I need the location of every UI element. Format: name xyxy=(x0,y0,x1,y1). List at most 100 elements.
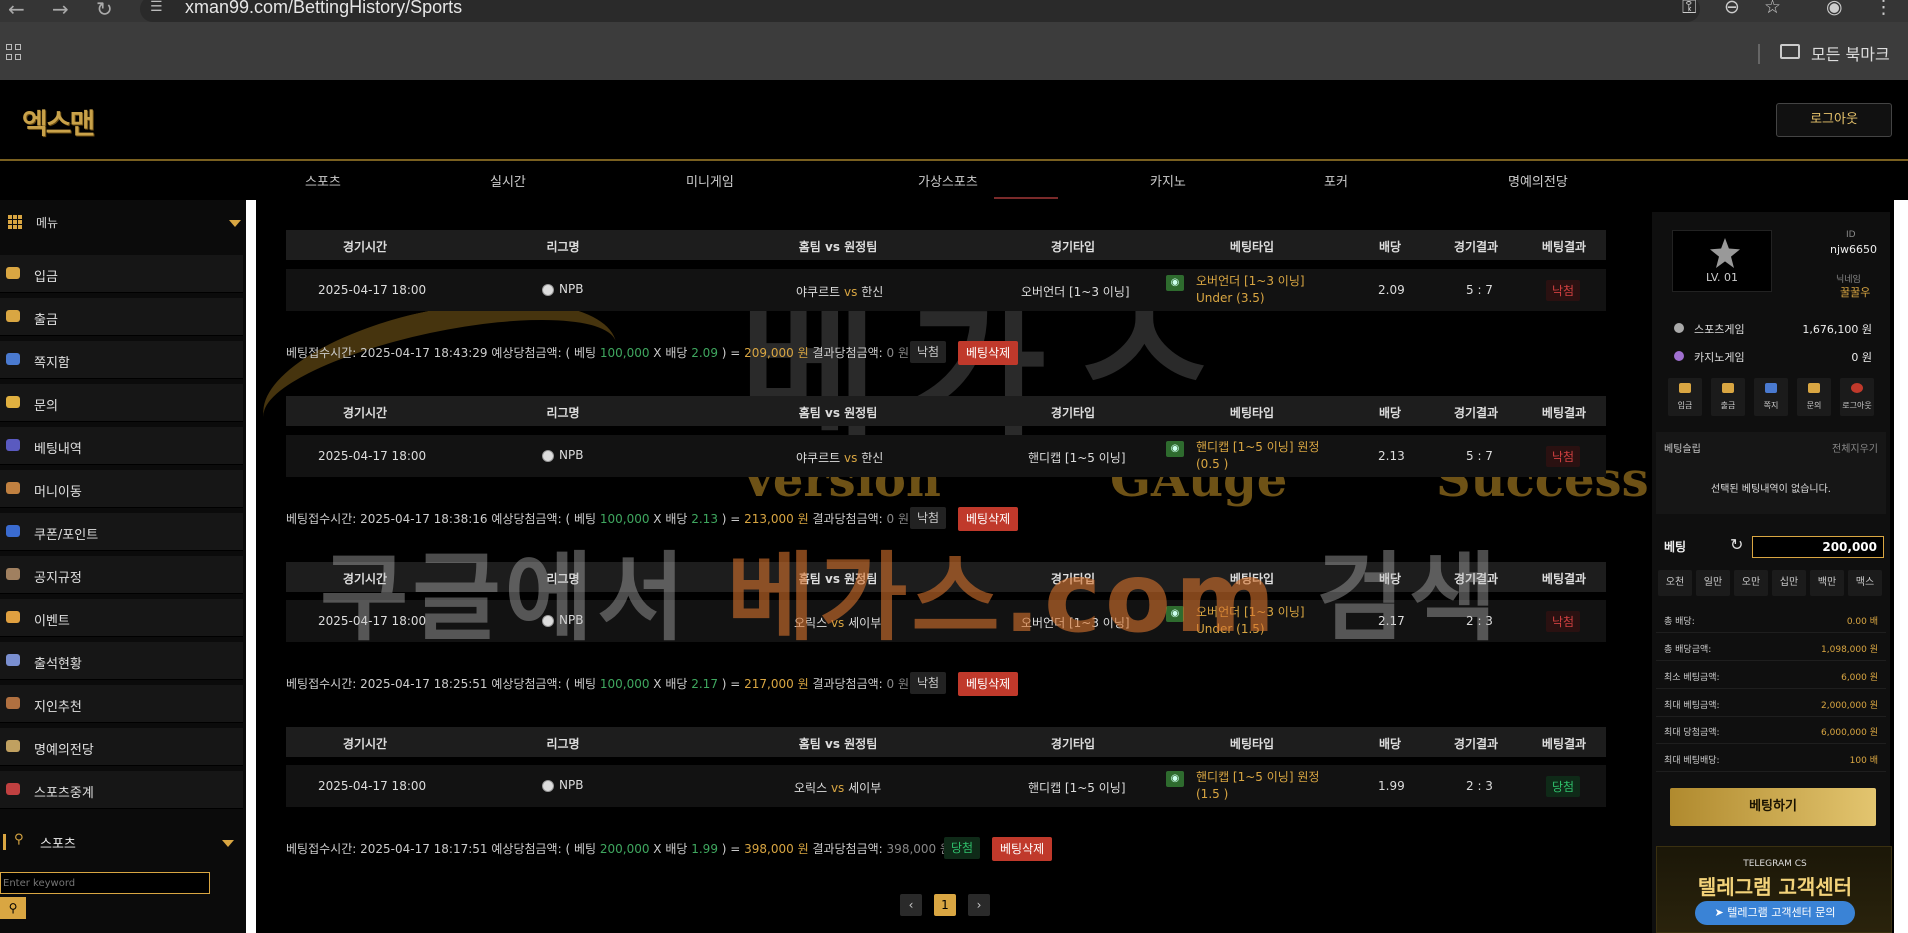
bet-row: 2025-04-17 18:00 NPB 오릭스 vs 세이부 핸디캡 [1~5… xyxy=(286,765,1606,807)
chevron-down-icon[interactable] xyxy=(222,840,234,847)
bet-summary: 베팅접수시간: 2025-04-17 18:25:51 예상당첨금액: ( 베팅… xyxy=(286,675,909,699)
col-header: 리그명 xyxy=(546,240,580,254)
nav-live[interactable]: 실시간 xyxy=(490,171,526,190)
chip-10000[interactable]: 일만 xyxy=(1696,570,1730,596)
sidebar-item-hall-of-fame[interactable]: 명예의전당 xyxy=(0,728,243,766)
quick-inquiry-button[interactable]: 문의 xyxy=(1797,378,1831,416)
refresh-icon[interactable]: ↻ xyxy=(1730,535,1743,554)
chip-5000[interactable]: 오천 xyxy=(1658,570,1692,596)
apps-grid-icon[interactable] xyxy=(6,44,22,60)
game-time: 2025-04-17 18:00 xyxy=(318,779,427,793)
nav-casino[interactable]: 카지노 xyxy=(1150,171,1186,190)
league: NPB xyxy=(542,282,583,296)
sidebar-item-withdraw[interactable]: 출금 xyxy=(0,298,243,336)
nav-poker[interactable]: 포커 xyxy=(1324,171,1348,190)
star-icon[interactable]: ☆ xyxy=(1764,0,1781,18)
quick-button-label: 입금 xyxy=(1677,401,1693,410)
summary-paid: 0 원 xyxy=(886,346,910,360)
summary-paid-label: 결과당첨금액: xyxy=(808,842,887,856)
col-header: 베팅타입 xyxy=(1229,240,1275,254)
quick-deposit-button[interactable]: 입금 xyxy=(1668,378,1702,416)
site-info-icon[interactable]: ☰ xyxy=(150,0,163,15)
next-page-button[interactable]: › xyxy=(968,894,990,916)
summary-mid: X 배당 xyxy=(649,842,692,856)
vs-label: vs xyxy=(830,781,845,795)
score: 5 : 7 xyxy=(1466,449,1493,463)
sidebar-item-attendance[interactable]: 출석현황 xyxy=(0,642,243,680)
sidebar-item-bet-history[interactable]: 베팅내역 xyxy=(0,427,243,465)
chip-max[interactable]: 맥스 xyxy=(1848,570,1882,596)
status-badge: 당첨 xyxy=(944,837,981,859)
chip-1000000[interactable]: 백만 xyxy=(1810,570,1844,596)
all-bookmarks-label[interactable]: 모든 북마크 xyxy=(1811,41,1890,65)
nav-minigame[interactable]: 미니게임 xyxy=(686,171,734,190)
chip-100000[interactable]: 십만 xyxy=(1772,570,1806,596)
back-icon[interactable]: ← xyxy=(8,0,25,21)
col-header: 경기시간 xyxy=(342,737,388,751)
reload-icon[interactable]: ↻ xyxy=(96,0,113,21)
prev-page-button[interactable]: ‹ xyxy=(900,894,922,916)
top-nav: 스포츠 실시간 미니게임 가상스포츠 카지노 포커 명예의전당 xyxy=(250,163,1650,199)
menu-header[interactable]: 메뉴 xyxy=(0,208,246,238)
sidebar-item-label: 베팅내역 xyxy=(34,442,82,457)
quick-message-button[interactable]: 쪽지 xyxy=(1754,378,1788,416)
page-button-current[interactable]: 1 xyxy=(934,894,956,916)
search-button[interactable]: ⚲ xyxy=(0,897,26,919)
chip-50000[interactable]: 오만 xyxy=(1734,570,1768,596)
delete-bet-button[interactable]: 베팅삭제 xyxy=(992,837,1053,861)
page-edge xyxy=(1894,200,1908,933)
clear-all-button[interactable]: 전체지우기 xyxy=(1832,440,1878,455)
game-type: 핸디캡 [1~5 이닝] xyxy=(1028,781,1126,795)
bet-table-header: 경기시간 리그명 홈팀 vs 원정팀 경기타입 베팅타입 배당 경기결과 베팅결… xyxy=(286,396,1606,426)
delete-bet-button[interactable]: 베팅삭제 xyxy=(958,672,1019,696)
nav-hall-of-fame[interactable]: 명예의전당 xyxy=(1508,171,1568,190)
chevron-down-icon[interactable] xyxy=(229,220,241,227)
summary-paid: 0 원 xyxy=(886,677,910,691)
telegram-banner[interactable]: TELEGRAM CS 텔레그램 고객센터 ➤ 텔레그램 고객센터 문의 xyxy=(1656,846,1892,933)
zoom-icon[interactable]: ⊖ xyxy=(1724,0,1740,18)
telegram-contact-button[interactable]: ➤ 텔레그램 고객센터 문의 xyxy=(1695,901,1855,925)
bet-summary: 베팅접수시간: 2025-04-17 18:43:29 예상당첨금액: ( 베팅… xyxy=(286,344,909,368)
sidebar-item-referral[interactable]: 지인추천 xyxy=(0,685,243,723)
site-logo[interactable]: 엑스맨 xyxy=(22,102,95,142)
sidebar-item-messages[interactable]: 쪽지함 xyxy=(0,341,243,379)
url-text[interactable]: xman99.com/BettingHistory/Sports xyxy=(185,0,462,18)
more-icon[interactable]: ⋮ xyxy=(1874,0,1893,18)
sidebar-item-label: 출금 xyxy=(34,313,58,328)
logout-button[interactable]: 로그아웃 xyxy=(1776,103,1892,137)
handshake-icon xyxy=(6,697,20,709)
section-accent xyxy=(3,834,6,850)
sidebar-item-coupon-point[interactable]: 쿠폰/포인트 xyxy=(0,513,243,551)
sidebar-item-event[interactable]: 이벤트 xyxy=(0,599,243,637)
forward-icon[interactable]: → xyxy=(52,0,69,21)
col-header: 배당 xyxy=(1378,737,1402,751)
quick-logout-button[interactable]: 로그아웃 xyxy=(1840,378,1874,416)
sidebar-item-inquiry[interactable]: 문의 xyxy=(0,384,243,422)
nav-virtual-sports[interactable]: 가상스포츠 xyxy=(918,171,978,190)
delete-bet-button[interactable]: 베팅삭제 xyxy=(958,341,1019,365)
stake-input[interactable]: 200,000 xyxy=(1752,536,1884,558)
sidebar-item-deposit[interactable]: 입금 xyxy=(0,255,243,293)
sports-section-header[interactable]: ⚲ 스포츠 xyxy=(0,828,246,858)
sidebar-item-notice[interactable]: 공지규정 xyxy=(0,556,243,594)
info-row: 최대 베팅금액: 2,000,000 원 xyxy=(1656,693,1886,717)
bet-row: 2025-04-17 18:00 NPB 야쿠르트 vs 한신 오버언더 [1~… xyxy=(286,269,1606,311)
bet-slip-empty: 선택된 베팅내역이 없습니다. xyxy=(1711,484,1831,495)
runner-icon: ⚲ xyxy=(14,832,24,847)
quick-withdraw-button[interactable]: 출금 xyxy=(1711,378,1745,416)
profile-icon[interactable]: ◉ xyxy=(1826,0,1843,18)
info-row: 최소 베팅금액: 6,000 원 xyxy=(1656,665,1886,689)
sidebar-item-sports-stream[interactable]: 스포츠중계 xyxy=(0,771,243,809)
vs-label: vs xyxy=(844,285,858,299)
folder-icon[interactable] xyxy=(1780,44,1800,59)
telegram-icon: ➤ xyxy=(1714,906,1728,919)
nav-sports[interactable]: 스포츠 xyxy=(305,171,341,190)
message-icon xyxy=(6,353,20,365)
keyword-search-input[interactable] xyxy=(0,872,210,894)
place-bet-button[interactable]: 베팅하기 xyxy=(1670,788,1876,826)
sidebar-item-money-transfer[interactable]: 머니이동 xyxy=(0,470,243,508)
summary-paid: 398,000 원 xyxy=(886,842,952,856)
key-icon[interactable]: ⚿ xyxy=(1682,0,1696,18)
vs-label: vs xyxy=(844,451,858,465)
bet-result-badge: 낙첨 xyxy=(1546,446,1581,467)
